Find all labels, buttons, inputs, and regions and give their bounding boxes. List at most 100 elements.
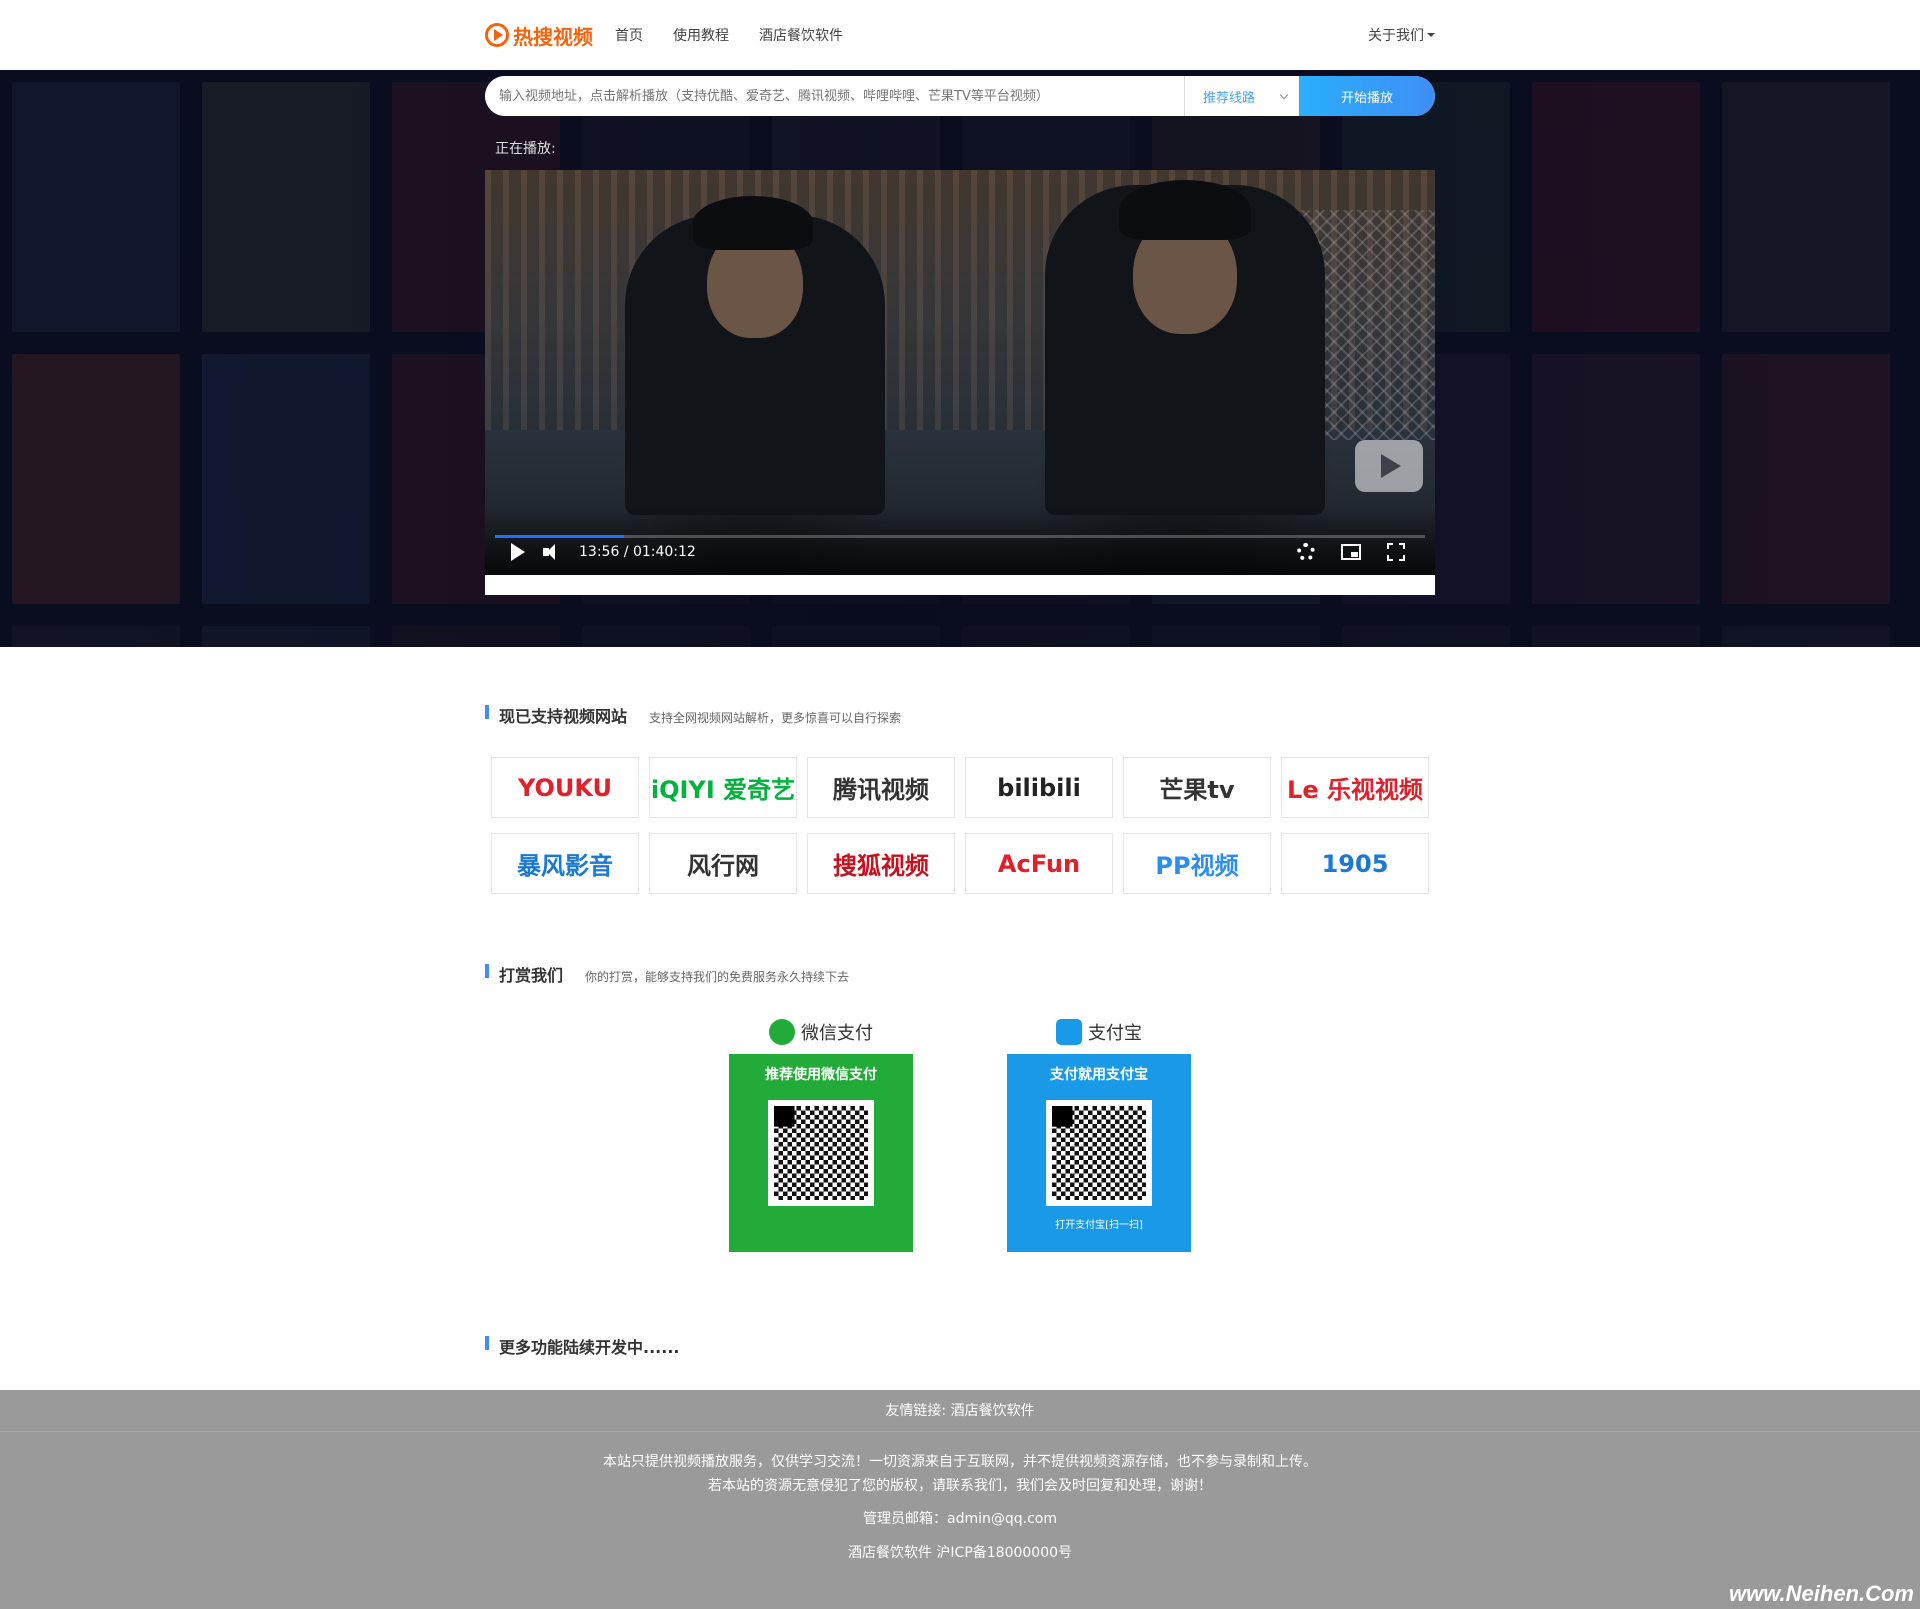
- wechat-pay-card: 微信支付 推荐使用微信支付: [729, 1010, 913, 1252]
- site-logo-tile[interactable]: 腾讯视频: [807, 757, 955, 818]
- site-logo-tile[interactable]: iQIYI 爱奇艺: [649, 757, 797, 818]
- icp-license: 酒店餐饮软件 沪ICP备18000000号: [847, 1545, 1073, 1561]
- settings-gear-icon[interactable]: [1297, 543, 1315, 561]
- admin-email: 管理员邮箱：admin@qq.com: [863, 1511, 1057, 1527]
- poster: [1532, 354, 1700, 604]
- poster: [202, 82, 370, 332]
- site-logo-tile[interactable]: bilibili: [965, 757, 1113, 818]
- site-logo-tile[interactable]: AcFun: [965, 833, 1113, 894]
- disclaimer-line-1: 本站只提供视频播放服务，仅供学习交流！一切资源来自于互联网，并不提供视频资源存储…: [603, 1454, 1317, 1470]
- control-row: 13:56 / 01:40:12: [485, 537, 1435, 567]
- section-title: 更多功能陆续开发中......: [499, 1338, 680, 1357]
- poster: [202, 354, 370, 604]
- route-selected-label: 推荐线路: [1203, 90, 1256, 106]
- alipay-title: 支付宝: [1088, 1023, 1142, 1044]
- video-figure-beret: [1119, 180, 1251, 240]
- disclaimer-line-2: 若本站的资源无意侵犯了您的版权，请联系我们，我们会及时回复和处理，谢谢！: [708, 1478, 1212, 1494]
- route-select[interactable]: 推荐线路: [1184, 76, 1299, 116]
- site-header: 热搜视频 首页 使用教程 酒店餐饮软件 关于我们: [0, 0, 1920, 70]
- about-dropdown[interactable]: 关于我们: [1368, 25, 1435, 45]
- play-icon[interactable]: [511, 543, 525, 561]
- site-logo-tile[interactable]: YOUKU: [491, 757, 639, 818]
- alipay-head: 支付宝: [1007, 1010, 1191, 1054]
- fullscreen-icon[interactable]: [1387, 543, 1405, 561]
- picture-in-picture-icon[interactable]: [1341, 544, 1361, 560]
- site-footer: 友情链接: 酒店餐饮软件 本站只提供视频播放服务，仅供学习交流！一切资源来自于互…: [0, 1390, 1920, 1609]
- poster: [1532, 82, 1700, 332]
- alipay-body: 支付就用支付宝 打开支付宝[扫一扫]: [1007, 1054, 1191, 1252]
- poster: [392, 626, 560, 647]
- donate-section: 打赏我们 你的打赏，能够支持我们的免费服务永久持续下去 微信支付 推荐使用微信支…: [485, 962, 1435, 1252]
- poster: [12, 354, 180, 604]
- wechat-pay-title: 微信支付: [801, 1023, 873, 1044]
- friend-links-label: 友情链接:: [885, 1403, 947, 1419]
- section-heading: 打赏我们 你的打赏，能够支持我们的免费服务永久持续下去: [485, 962, 1435, 986]
- friend-link[interactable]: 酒店餐饮软件: [951, 1403, 1035, 1419]
- video-player[interactable]: 13:56 / 01:40:12: [485, 170, 1435, 575]
- site-logo-tile[interactable]: 搜狐视频: [807, 833, 955, 894]
- caret-down-icon: [1427, 33, 1435, 37]
- section-title: 现已支持视频网站: [499, 707, 628, 726]
- alipay-card: 支付宝 支付就用支付宝 打开支付宝[扫一扫]: [1007, 1010, 1191, 1252]
- alipay-scan-hint: 打开支付宝[扫一扫]: [1055, 1220, 1143, 1231]
- section-title: 打赏我们: [499, 966, 564, 985]
- now-playing-label: 正在播放:: [495, 141, 556, 157]
- poster: [582, 626, 750, 647]
- disclaimer: 本站只提供视频播放服务，仅供学习交流！一切资源来自于互联网，并不提供视频资源存储…: [0, 1450, 1920, 1498]
- alipay-caption: 支付就用支付宝: [1050, 1067, 1148, 1083]
- right-controls: [1297, 543, 1405, 561]
- nav-tutorial[interactable]: 使用教程: [673, 25, 729, 45]
- site-logo[interactable]: 热搜视频: [485, 21, 593, 50]
- video-url-input[interactable]: [485, 76, 1184, 116]
- more-section: 更多功能陆续开发中......: [485, 1334, 1435, 1358]
- supported-sites-section: 现已支持视频网站 支持全网视频网站解析，更多惊喜可以自行探索 YOUKU iQIY…: [485, 703, 1435, 894]
- poster: [1152, 626, 1320, 647]
- poster: [1532, 626, 1700, 647]
- hero-section: 推荐线路 开始播放 正在播放: 13:56: [0, 70, 1920, 647]
- site-watermark: www.Neihen.Com: [1729, 1581, 1914, 1606]
- site-logo-grid: YOUKU iQIYI 爱奇艺 腾讯视频 bilibili 芒果tv Le 乐视视频暴风影…: [491, 757, 1435, 894]
- video-figure-beret: [693, 196, 813, 250]
- poster: [202, 626, 370, 647]
- poster: [1722, 626, 1890, 647]
- section-heading: 现已支持视频网站 支持全网视频网站解析，更多惊喜可以自行探索: [485, 703, 1435, 727]
- wechat-qr-code: [768, 1100, 874, 1206]
- alipay-qr-code: [1046, 1100, 1152, 1206]
- play-logo-icon: [485, 23, 509, 47]
- start-play-button[interactable]: 开始播放: [1299, 76, 1435, 116]
- site-logo-tile[interactable]: 芒果tv: [1123, 757, 1271, 818]
- poster: [1722, 82, 1890, 332]
- payment-options: 微信支付 推荐使用微信支付 支付宝 支付就用支付宝 打开支付宝[扫一扫]: [729, 1010, 1435, 1252]
- section-subtitle: 支持全网视频网站解析，更多惊喜可以自行探索: [649, 711, 902, 725]
- site-logo-tile[interactable]: 1905: [1281, 833, 1429, 894]
- nav-hotel-software[interactable]: 酒店餐饮软件: [759, 25, 843, 45]
- tv-watermark-icon: [1355, 440, 1423, 492]
- wechat-pay-caption: 推荐使用微信支付: [765, 1067, 877, 1083]
- url-search-bar: 推荐线路 开始播放: [485, 76, 1435, 116]
- site-logo-tile[interactable]: Le 乐视视频: [1281, 757, 1429, 818]
- wechat-pay-body: 推荐使用微信支付: [729, 1054, 913, 1252]
- poster: [772, 626, 940, 647]
- volume-icon[interactable]: [543, 544, 561, 560]
- site-logo-tile[interactable]: 风行网: [649, 833, 797, 894]
- poster: [1342, 626, 1510, 647]
- section-heading: 更多功能陆续开发中......: [485, 1334, 1435, 1358]
- wechat-pay-icon: [769, 1019, 795, 1045]
- friend-links: 友情链接: 酒店餐饮软件: [0, 1390, 1920, 1432]
- section-subtitle: 你的打赏，能够支持我们的免费服务永久持续下去: [585, 970, 850, 984]
- about-label: 关于我们: [1368, 28, 1424, 44]
- wechat-pay-head: 微信支付: [729, 1010, 913, 1054]
- player-controls: 13:56 / 01:40:12: [485, 505, 1435, 575]
- poster: [12, 626, 180, 647]
- time-display: 13:56 / 01:40:12: [579, 544, 696, 560]
- main-nav: 首页 使用教程 酒店餐饮软件: [615, 25, 843, 45]
- chevron-down-icon: [1279, 90, 1289, 99]
- poster: [12, 82, 180, 332]
- alipay-icon: [1056, 1019, 1082, 1045]
- site-logo-tile[interactable]: 暴风影音: [491, 833, 639, 894]
- site-logo-tile[interactable]: PP视频: [1123, 833, 1271, 894]
- logo-text: 热搜视频: [513, 24, 593, 49]
- nav-home[interactable]: 首页: [615, 25, 643, 45]
- player-bottom-bar: [485, 575, 1435, 595]
- poster: [962, 626, 1130, 647]
